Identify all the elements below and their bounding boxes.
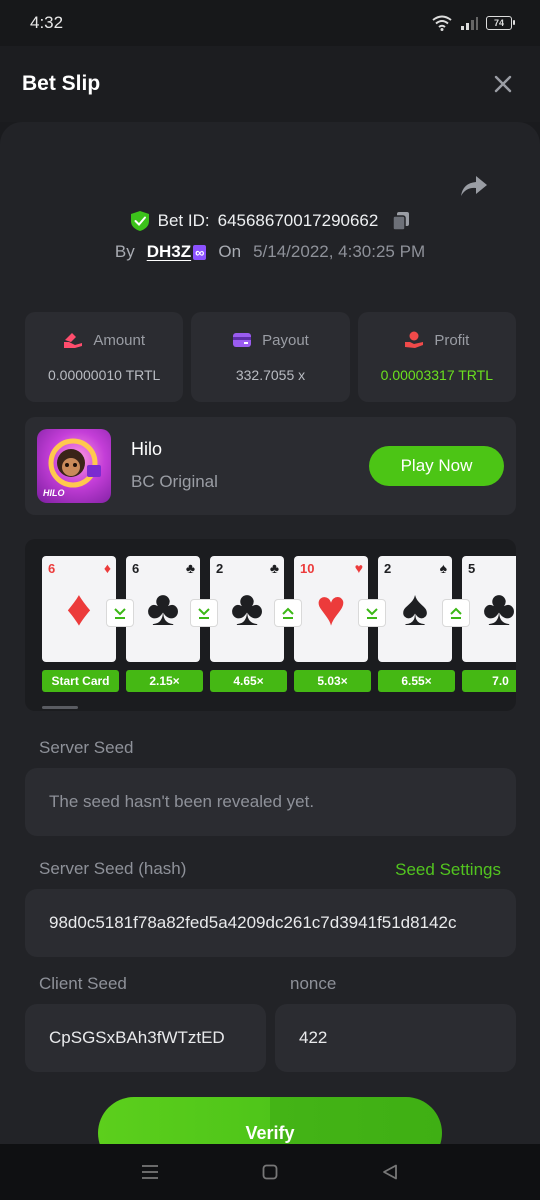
cards-history-panel[interactable]: 6 ♦ ♦ Start Card 6 ♣ ♣ 2.15× 2 ♣ ♣ 4.65× 10 ♥ ♥ 5.03× 2 ♠… — [25, 539, 516, 711]
hilo-thumb-label: HILO — [43, 488, 65, 498]
verify-button[interactable]: Verify — [98, 1097, 442, 1144]
share-icon — [461, 176, 487, 196]
card-rank: 2 — [216, 561, 224, 576]
higher-prediction-icon — [274, 599, 302, 627]
hilo-game-thumbnail[interactable]: HILO — [37, 429, 111, 503]
system-nav-bar — [0, 1144, 540, 1200]
nonce-label: nonce — [290, 974, 337, 993]
card-suit-icon: ♣ — [146, 580, 180, 636]
lower-prediction-icon — [358, 599, 386, 627]
multiplier-badge: 4.65× — [210, 670, 287, 692]
cards-scrollbar[interactable] — [42, 706, 78, 709]
amount-label: Amount — [93, 331, 146, 349]
client-seed-field[interactable]: CpSGSxBAh3fWTztED — [25, 1004, 266, 1072]
card-suit-small-icon: ♦ — [103, 560, 111, 576]
wallet-icon — [233, 333, 252, 347]
username: DH3Z — [146, 242, 192, 261]
game-provider: BC Original — [131, 472, 218, 491]
multiplier-badge: 6.55× — [378, 670, 455, 692]
profit-label: Profit — [434, 331, 470, 349]
on-label: On — [218, 242, 242, 261]
client-seed-label: Client Seed — [39, 974, 127, 993]
bet-slip-header: Bet Slip — [0, 46, 540, 122]
card-suit-small-icon: ♠ — [439, 560, 447, 576]
verify-label: Verify — [245, 1123, 295, 1143]
card-suit-icon: ♦ — [66, 580, 92, 636]
bet-author-row: By DH3Z ∞ On 5/14/2022, 4:30:25 PM — [0, 242, 540, 262]
card-rank: 5 — [468, 561, 476, 576]
bet-id-value: 64568670017290662 — [217, 211, 379, 230]
close-button[interactable] — [490, 71, 516, 97]
status-time: 4:32 — [30, 13, 64, 32]
nav-back-button[interactable] — [375, 1157, 405, 1187]
lower-prediction-icon — [106, 599, 134, 627]
multiplier-badge: 7.0 — [462, 670, 516, 692]
profit-card: Profit 0.00003317 TRTL — [357, 312, 516, 402]
wifi-icon — [432, 15, 452, 31]
bet-id-label: Bet ID: — [157, 211, 210, 230]
card-rank: 6 — [48, 561, 56, 576]
menu-icon — [142, 1165, 158, 1179]
battery-icon: 74 — [486, 16, 515, 30]
playing-card: 10 ♥ ♥ — [294, 556, 368, 662]
card-suit-icon: ♣ — [482, 580, 516, 636]
share-button[interactable] — [460, 174, 488, 198]
game-name: Hilo — [131, 439, 163, 459]
status-icons: 74 — [432, 15, 515, 31]
user-link[interactable]: DH3Z ∞ — [147, 242, 207, 262]
lower-prediction-icon — [190, 599, 218, 627]
server-seed-field: The seed hasn't been revealed yet. — [25, 768, 516, 836]
home-square-icon — [262, 1164, 278, 1180]
card-suit-icon: ♣ — [230, 580, 264, 636]
play-now-button[interactable]: Play Now — [369, 446, 504, 486]
card-suit-icon: ♥ — [316, 580, 346, 636]
amount-icon — [64, 333, 83, 348]
status-bar: 4:32 74 — [0, 0, 540, 46]
payout-value: 332.7055 x — [235, 366, 306, 383]
payout-label: Payout — [262, 331, 309, 349]
nav-menu-button[interactable] — [135, 1157, 165, 1187]
bet-slip-sheet: Bet ID: 64568670017290662 By DH3Z ∞ On 5/… — [0, 122, 540, 1144]
card-rank: 10 — [300, 561, 315, 576]
server-seed-label: Server Seed — [39, 738, 134, 757]
bet-stats: Amount 0.00000010 TRTL Payout 332.7055 x — [25, 312, 516, 402]
bet-id-row: Bet ID: 64568670017290662 — [0, 210, 540, 232]
seed-settings-link[interactable]: Seed Settings — [395, 860, 501, 880]
card-suit-small-icon: ♣ — [269, 560, 279, 576]
higher-prediction-icon — [442, 599, 470, 627]
amount-value: 0.00000010 TRTL — [47, 367, 161, 383]
signal-icon — [461, 17, 478, 30]
by-label: By — [114, 242, 135, 261]
verified-shield-icon — [130, 211, 149, 231]
payout-card: Payout 332.7055 x — [191, 312, 350, 402]
playing-card: 6 ♦ ♦ — [42, 556, 116, 662]
playing-card: 2 ♠ ♠ — [378, 556, 452, 662]
copy-icon — [392, 212, 410, 231]
playing-card: 2 ♣ ♣ — [210, 556, 284, 662]
playing-card: 6 ♣ ♣ — [126, 556, 200, 662]
nav-home-button[interactable] — [255, 1157, 285, 1187]
card-suit-small-icon: ♣ — [185, 560, 195, 576]
card-rank: 2 — [384, 561, 392, 576]
server-seed-hash-field[interactable]: 98d0c5181f78a82fed5a4209dc261c7d3941f51d… — [25, 889, 516, 957]
server-seed-hash-label: Server Seed (hash) — [39, 859, 187, 878]
playing-card: 5♣♣ — [462, 556, 516, 662]
vip-badge: ∞ — [193, 245, 207, 260]
multiplier-badge: 5.03× — [294, 670, 371, 692]
back-triangle-icon — [383, 1164, 397, 1180]
profit-icon — [405, 331, 424, 348]
profit-value: 0.00003317 TRTL — [380, 367, 493, 383]
bet-date: 5/14/2022, 4:30:25 PM — [253, 242, 426, 261]
amount-card: Amount 0.00000010 TRTL — [25, 312, 184, 402]
card-suit-icon: ♠ — [401, 580, 429, 636]
card-suit-small-icon: ♥ — [354, 560, 363, 576]
card-rank: 6 — [132, 561, 140, 576]
page-title: Bet Slip — [22, 72, 101, 95]
close-icon — [494, 75, 512, 93]
copy-button[interactable] — [392, 211, 410, 231]
multiplier-badge: Start Card — [42, 670, 119, 692]
game-card: HILO Hilo BC Original Play Now — [25, 417, 516, 515]
nonce-field[interactable]: 422 — [275, 1004, 516, 1072]
multiplier-badge: 2.15× — [126, 670, 203, 692]
